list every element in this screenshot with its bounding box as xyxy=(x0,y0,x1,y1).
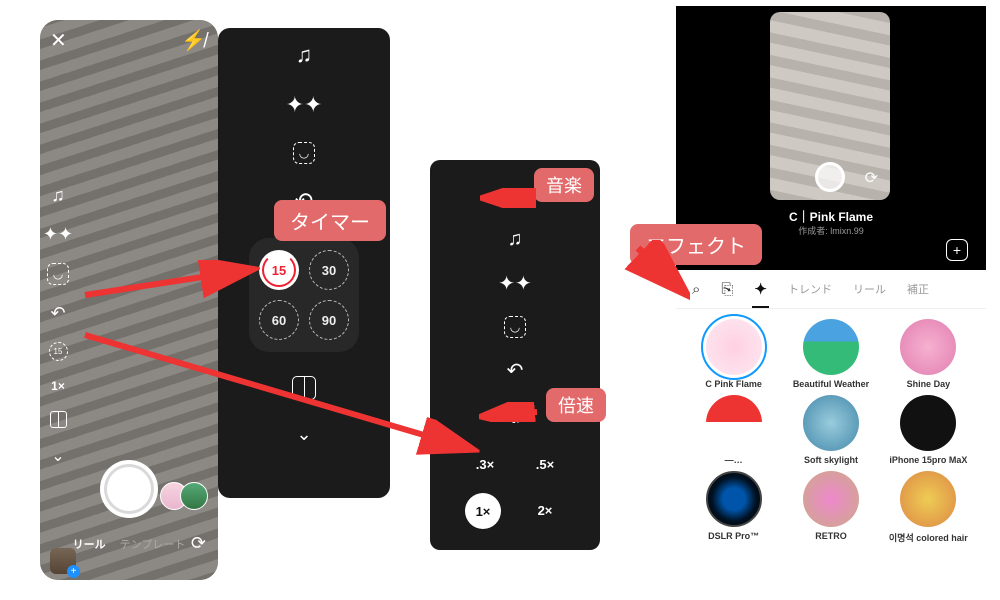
music-icon[interactable]: ♫ xyxy=(508,228,523,251)
tab-correction[interactable]: 補正 xyxy=(907,281,929,297)
chevron-down-icon[interactable]: ⌄ xyxy=(51,446,64,466)
speed-indicator[interactable]: 1× xyxy=(51,379,65,393)
tab-reel[interactable]: リール xyxy=(853,281,886,297)
effect-label: RETRO xyxy=(815,531,847,541)
annotation-label-music: 音楽 xyxy=(534,168,594,202)
timer-badge-text: 15 xyxy=(54,347,63,356)
effect-item[interactable]: iPhone 15pro MaX xyxy=(883,395,974,465)
tab-template[interactable]: テンプレート xyxy=(120,536,186,552)
annotation-label-timer: タイマー xyxy=(274,200,386,241)
music-icon[interactable]: ♫ xyxy=(296,42,313,68)
effect-item[interactable]: Soft skylight xyxy=(785,395,876,465)
timer-option-30[interactable]: 30 xyxy=(309,250,349,290)
effect-shortcut-row xyxy=(160,482,208,510)
flash-off-icon[interactable]: ⚡̸ xyxy=(181,28,206,53)
effect-item[interactable]: DSLR Pro™ xyxy=(688,471,779,544)
close-icon[interactable]: ✕ xyxy=(50,28,67,53)
effect-title: C｜Pink Flame xyxy=(676,208,986,225)
undo-icon[interactable]: ↶ xyxy=(507,358,524,383)
effect-item[interactable]: —… xyxy=(688,395,779,465)
effect-label: C Pink Flame xyxy=(705,379,762,389)
effect-item[interactable]: RETRO xyxy=(785,471,876,544)
effect-label: Soft skylight xyxy=(804,455,858,465)
switch-camera-icon[interactable]: ⟳ xyxy=(865,168,878,188)
shutter-button[interactable] xyxy=(100,460,158,518)
gallery-button[interactable]: + xyxy=(50,548,76,574)
speed-3x[interactable]: 3× xyxy=(465,541,505,575)
layout-icon[interactable] xyxy=(50,411,67,428)
speed-options: .3× .5× 1× 2× 3× xyxy=(465,447,565,575)
tab-reel[interactable]: リール xyxy=(73,536,106,552)
effect-thumb[interactable] xyxy=(180,482,208,510)
plus-icon: + xyxy=(67,565,80,578)
portrait-icon[interactable]: ◡ xyxy=(293,142,315,164)
sparkle-icon[interactable]: ✦ xyxy=(754,280,767,298)
effect-item[interactable]: Shine Day xyxy=(883,319,974,389)
add-icon[interactable]: + xyxy=(946,239,968,261)
speed-1x[interactable]: 1× xyxy=(465,493,501,529)
effect-browser: ⌕ ⎘ ✦ トレンド リール 補正 C Pink Flame Beautiful… xyxy=(676,270,986,592)
shutter-button[interactable] xyxy=(815,162,845,192)
annotation-arrow xyxy=(600,240,690,300)
effect-label: DSLR Pro™ xyxy=(708,531,759,541)
effect-preview-viewfinder: ⟳ xyxy=(770,12,890,200)
annotation-arrow xyxy=(480,188,540,208)
effect-item[interactable]: Beautiful Weather xyxy=(785,319,876,389)
effect-grid: C Pink Flame Beautiful Weather Shine Day… xyxy=(676,309,986,554)
tab-trend[interactable]: トレンド xyxy=(788,281,832,297)
effect-item[interactable]: 이명석 colored hair xyxy=(883,471,974,544)
effect-label: iPhone 15pro MaX xyxy=(889,455,967,465)
camera-screen: ✕ ⚡̸ ♫ ✦✦ ◡ ↶ 15 1× ⌄ ⟳ リール テンプレート + xyxy=(40,20,218,580)
effect-label: 이명석 colored hair xyxy=(889,531,968,544)
bookmark-icon[interactable]: ⎘ xyxy=(721,281,733,298)
search-icon[interactable]: ⌕ xyxy=(692,281,700,298)
sparkle-icon[interactable]: ✦✦ xyxy=(286,92,323,118)
effect-label: —… xyxy=(725,455,743,465)
annotation-label-speed: 倍速 xyxy=(546,388,606,422)
camera-side-toolbar: ♫ ✦✦ ◡ ↶ 15 1× ⌄ xyxy=(46,185,70,466)
annotation-arrow xyxy=(479,402,543,422)
annotation-arrow xyxy=(80,260,260,300)
timer-icon[interactable]: 15 xyxy=(49,342,68,361)
effect-label: Beautiful Weather xyxy=(793,379,869,389)
music-icon[interactable]: ♫ xyxy=(51,185,65,206)
sparkle-icon[interactable]: ✦✦ xyxy=(498,271,532,296)
speed-2x[interactable]: 2× xyxy=(525,493,565,527)
effect-label: Shine Day xyxy=(907,379,951,389)
sparkle-icon[interactable]: ✦✦ xyxy=(43,224,73,245)
effect-tabs: ⌕ ⎘ ✦ トレンド リール 補正 xyxy=(676,270,986,309)
undo-icon[interactable]: ↶ xyxy=(50,303,65,324)
portrait-icon[interactable]: ◡ xyxy=(47,263,69,285)
portrait-icon[interactable]: ◡ xyxy=(504,316,526,338)
speed-0-5x[interactable]: .5× xyxy=(525,447,565,481)
effect-item[interactable]: C Pink Flame xyxy=(688,319,779,389)
timer-option-15[interactable]: 15 xyxy=(259,250,299,290)
annotation-arrow xyxy=(80,330,480,460)
